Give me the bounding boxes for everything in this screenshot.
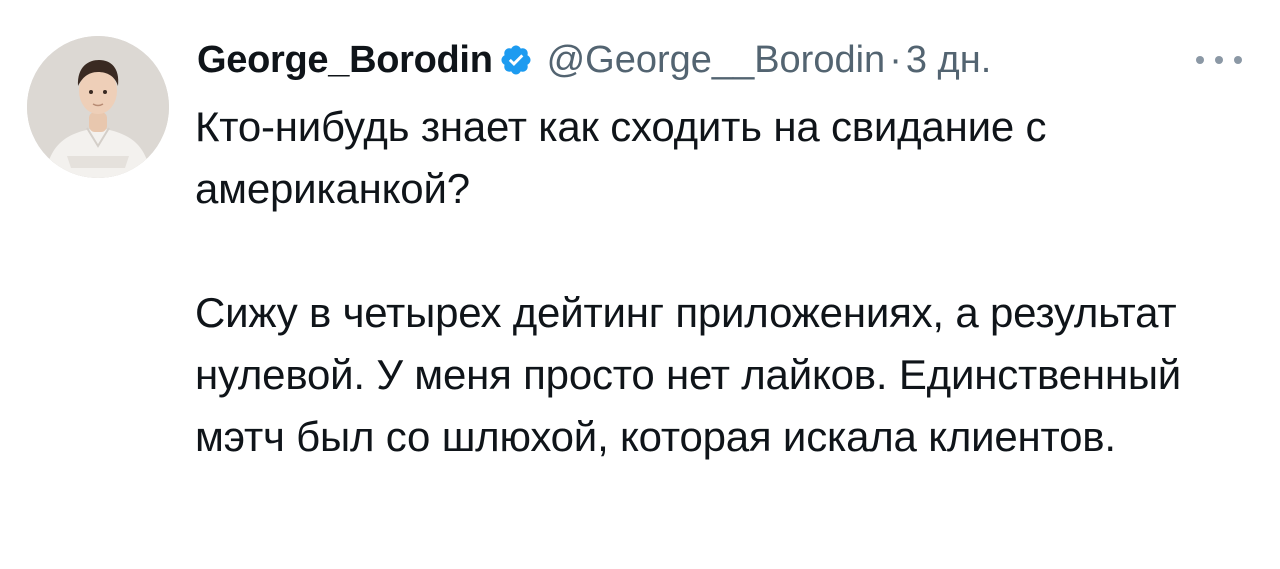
more-dot <box>1196 56 1204 64</box>
more-horizontal-icon[interactable] <box>1196 50 1242 70</box>
tweet-header: George_Borodin @George__Borodin · 3 дн. <box>197 34 991 86</box>
more-dot <box>1234 56 1242 64</box>
tweet-paragraph: Сижу в четырех дейтинг приложениях, а ре… <box>195 289 1182 460</box>
tweet-timestamp[interactable]: 3 дн. <box>906 39 991 82</box>
tweet: George_Borodin @George__Borodin · 3 дн. … <box>0 0 1280 569</box>
avatar[interactable] <box>27 36 169 178</box>
tweet-text: Кто-нибудь знает как сходить на свидание… <box>195 96 1265 468</box>
verified-badge-icon <box>501 45 531 75</box>
author-display-name[interactable]: George_Borodin <box>197 39 493 82</box>
person-photo-avatar <box>27 36 169 178</box>
time-separator: · <box>889 38 902 81</box>
more-dot <box>1215 56 1223 64</box>
author-handle[interactable]: @George__Borodin <box>547 39 886 82</box>
tweet-paragraph: Кто-нибудь знает как сходить на свидание… <box>195 103 1047 212</box>
